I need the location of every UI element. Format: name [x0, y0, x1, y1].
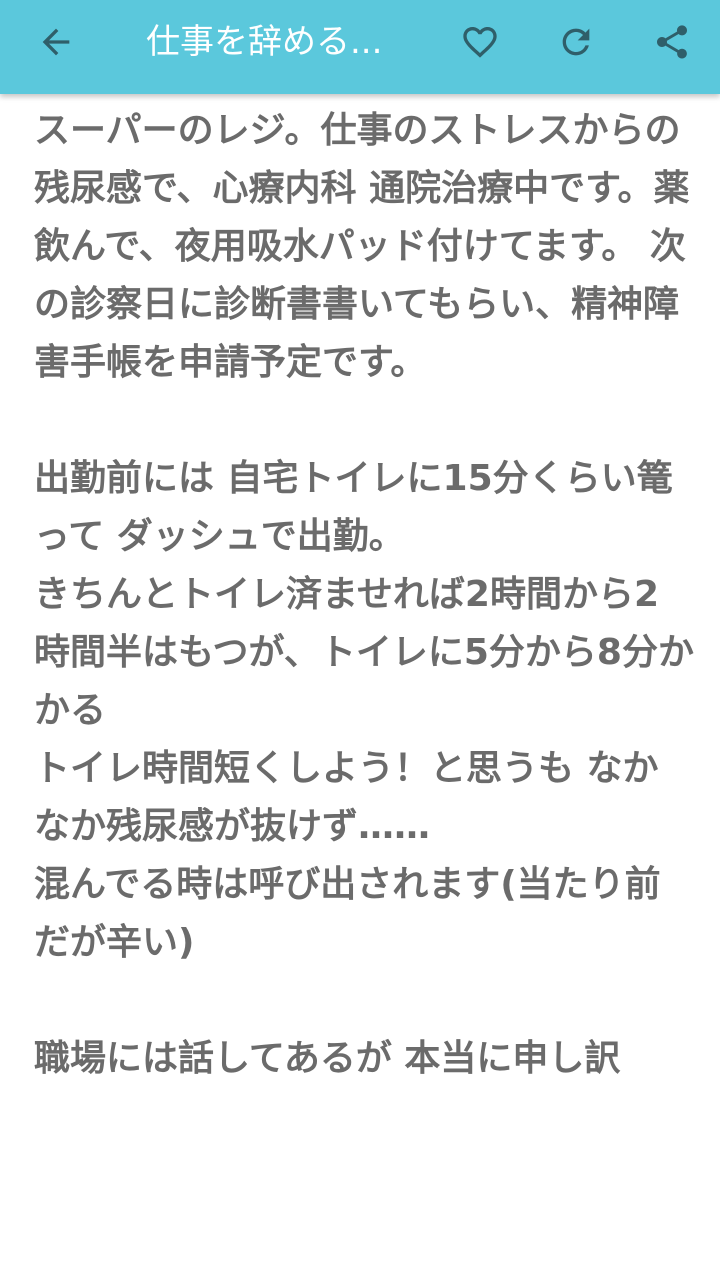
refresh-icon — [562, 28, 590, 56]
share-button[interactable] — [648, 12, 696, 72]
article-body: スーパーのレジ。仕事のストレスからの残尿感で、心療内科 通院治療中です。薬飲んで… — [34, 110, 694, 1079]
heart-outline-icon — [463, 27, 497, 58]
share-icon — [657, 25, 687, 59]
article-content[interactable]: スーパーのレジ。仕事のストレスからの残尿感で、心療内科 通院治療中です。薬飲んで… — [0, 94, 720, 1276]
arrow-left-icon — [42, 28, 70, 56]
page-title: 仕事を辞める... — [146, 22, 383, 62]
app-bar: 仕事を辞める... — [0, 0, 720, 94]
refresh-button[interactable] — [552, 12, 600, 72]
back-button[interactable] — [32, 12, 80, 72]
favorite-button[interactable] — [456, 12, 504, 72]
